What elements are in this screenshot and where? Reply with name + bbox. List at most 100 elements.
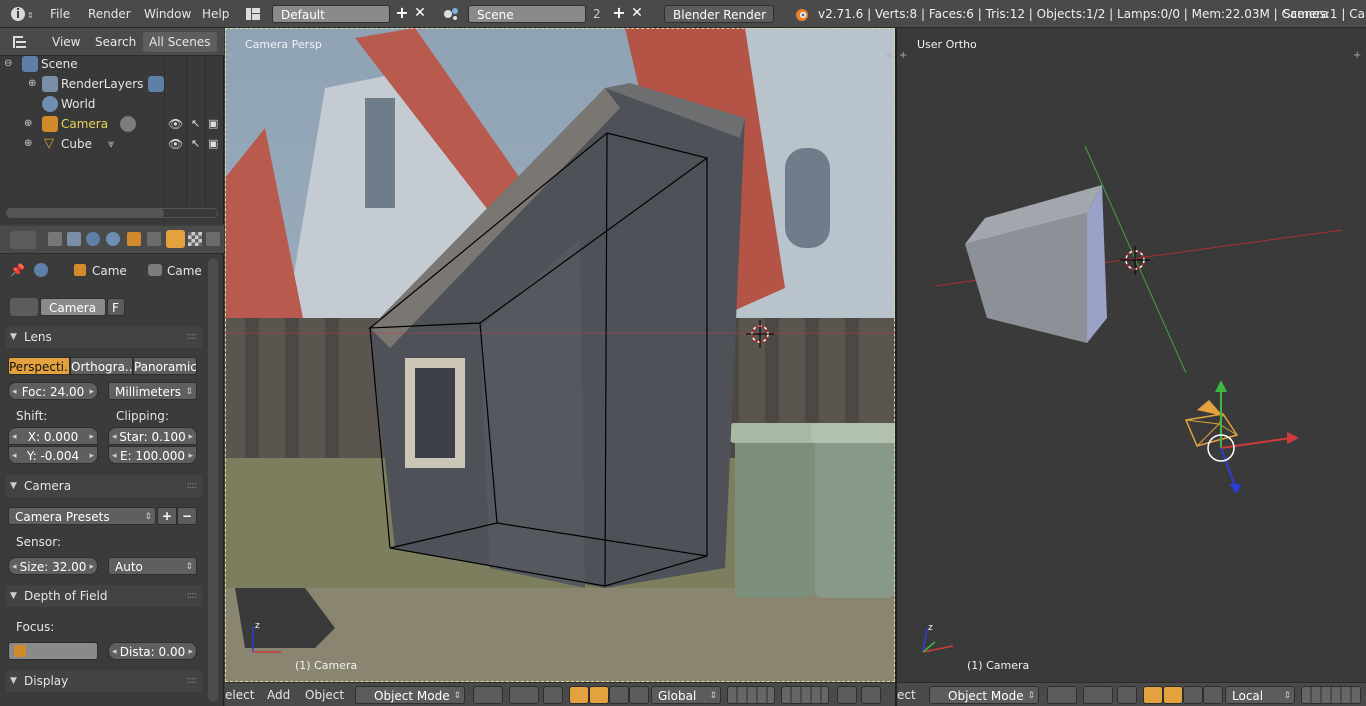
- render-layers-tab-icon[interactable]: [67, 232, 81, 246]
- manipulator-toggle-icon[interactable]: [543, 686, 563, 704]
- context-camera-label[interactable]: Came: [167, 264, 202, 278]
- context-object-label[interactable]: Came: [92, 264, 127, 278]
- outliner-tab-search[interactable]: Search: [89, 32, 142, 52]
- properties-shelf-toggle-icon[interactable]: +: [1353, 50, 1361, 61]
- tool-shelf-toggle-icon[interactable]: +: [899, 50, 907, 61]
- collapse-icon[interactable]: ⊖: [4, 54, 12, 74]
- menu-select[interactable]: ect: [897, 683, 916, 706]
- focus-object-field[interactable]: [8, 642, 98, 660]
- viewport-shading-select[interactable]: [473, 686, 503, 704]
- outliner-row-cube[interactable]: ⊕ ▽ Cube ⩔ 👁 ↖ ▣: [0, 134, 224, 154]
- menu-render[interactable]: Render: [88, 0, 131, 28]
- interaction-mode-select[interactable]: Object Mode: [929, 686, 1039, 705]
- scene-tab-icon[interactable]: [86, 232, 100, 246]
- tool-shelf-toggle-icon[interactable]: +: [227, 50, 235, 61]
- manipulator-toggle-icon[interactable]: [1117, 686, 1137, 704]
- render-engine-select[interactable]: Blender Render: [664, 5, 774, 23]
- rotate-manipulator-icon[interactable]: [1163, 686, 1183, 704]
- rotate-manipulator-icon[interactable]: [589, 686, 609, 704]
- screen-layout-icon[interactable]: [244, 0, 266, 28]
- properties-scrollbar[interactable]: [208, 258, 218, 702]
- physics-tab-icon[interactable]: [206, 232, 220, 246]
- camera-datablock-browse-icon[interactable]: [10, 298, 38, 316]
- info-editor-icon[interactable]: ⇕: [6, 0, 34, 28]
- interaction-mode-select[interactable]: Object Mode: [355, 686, 465, 705]
- manipulator-space-icon[interactable]: [1203, 686, 1223, 704]
- outliner-row-renderlayers[interactable]: ⊕ RenderLayers: [0, 74, 224, 94]
- camera-viewport[interactable]: Camera Persp (1) Camera + + z: [225, 28, 895, 682]
- shift-y-field[interactable]: Y: -0.004: [8, 446, 98, 465]
- camera-data-icon[interactable]: [120, 116, 136, 132]
- properties-editor-icon[interactable]: [10, 231, 36, 249]
- selectability-cursor-icon[interactable]: ↖: [191, 114, 200, 134]
- pivot-point-select[interactable]: [1083, 686, 1113, 704]
- render-preview-icon[interactable]: [861, 686, 881, 704]
- menu-help[interactable]: Help: [202, 0, 229, 28]
- 3d-cursor-icon[interactable]: [746, 320, 774, 348]
- add-scene-button[interactable]: +: [610, 5, 628, 23]
- manipulator-space-icon[interactable]: [629, 686, 649, 704]
- expand-icon[interactable]: ⊕: [28, 74, 36, 94]
- clip-end-field[interactable]: E: 100.000: [108, 446, 197, 465]
- drag-grip-icon[interactable]: ::::: [187, 475, 198, 497]
- transform-orientation-select[interactable]: Global: [651, 686, 721, 705]
- lock-camera-icon[interactable]: [837, 686, 857, 704]
- scale-manipulator-icon[interactable]: [1183, 686, 1203, 704]
- visibility-eye-icon[interactable]: 👁: [168, 114, 183, 134]
- lens-type-orthographic[interactable]: Orthogra...: [70, 357, 133, 375]
- translate-manipulator-icon[interactable]: [1143, 686, 1163, 704]
- scene-field[interactable]: Scene: [468, 5, 586, 23]
- focal-length-field[interactable]: Foc: 24.00: [8, 382, 98, 401]
- display-panel-header[interactable]: Display ::::: [6, 670, 202, 692]
- depth-of-field-panel-header[interactable]: Depth of Field ::::: [6, 585, 202, 607]
- remove-scene-button[interactable]: ✕: [628, 5, 646, 23]
- transform-orientation-select[interactable]: Local: [1225, 686, 1295, 705]
- clip-start-field[interactable]: Star: 0.100: [108, 427, 197, 446]
- outliner-row-scene[interactable]: ⊖ Scene: [0, 54, 224, 74]
- object-tab-icon[interactable]: [127, 232, 141, 246]
- expand-icon[interactable]: ⊕: [24, 134, 32, 154]
- scale-manipulator-icon[interactable]: [609, 686, 629, 704]
- expand-icon[interactable]: ⊕: [24, 114, 32, 134]
- focus-distance-field[interactable]: Dista: 0.00: [108, 642, 197, 661]
- world-tab-icon[interactable]: [106, 232, 120, 246]
- remove-preset-button[interactable]: −: [177, 507, 197, 525]
- layer-buttons[interactable]: [1301, 686, 1361, 704]
- add-preset-button[interactable]: +: [157, 507, 177, 525]
- menu-file[interactable]: File: [50, 0, 70, 28]
- sensor-fit-select[interactable]: Auto: [108, 557, 197, 576]
- outliner-row-world[interactable]: World: [0, 94, 224, 114]
- user-ortho-viewport[interactable]: User Ortho (1) Camera + + z: [897, 28, 1366, 682]
- outliner-editor-icon[interactable]: [10, 28, 34, 56]
- render-tab-icon[interactable]: [48, 232, 62, 246]
- mesh-data-icon[interactable]: ⩔: [108, 134, 114, 154]
- renderability-camera-icon[interactable]: ▣: [208, 134, 218, 154]
- translate-manipulator-icon[interactable]: [569, 686, 589, 704]
- menu-add[interactable]: Add: [267, 683, 290, 706]
- lens-type-perspective[interactable]: Perspecti...: [8, 357, 70, 375]
- camera-datablock-name[interactable]: Camera: [40, 298, 106, 316]
- menu-select[interactable]: elect: [225, 683, 254, 706]
- layer-buttons[interactable]: [727, 686, 775, 704]
- viewport-shading-select[interactable]: [1047, 686, 1077, 704]
- drag-grip-icon[interactable]: ::::: [187, 326, 198, 348]
- selectability-cursor-icon[interactable]: ↖: [191, 134, 200, 154]
- sensor-size-field[interactable]: Size: 32.00: [8, 557, 98, 576]
- drag-grip-icon[interactable]: ::::: [187, 585, 198, 607]
- drag-grip-icon[interactable]: ::::: [187, 670, 198, 692]
- renderability-camera-icon[interactable]: ▣: [208, 114, 218, 134]
- visibility-eye-icon[interactable]: 👁: [168, 134, 183, 154]
- menu-object[interactable]: Object: [305, 683, 344, 706]
- remove-screen-button[interactable]: ✕: [411, 5, 429, 23]
- camera-presets-select[interactable]: Camera Presets: [8, 507, 156, 526]
- layer-buttons[interactable]: [781, 686, 829, 704]
- constraints-tab-icon[interactable]: [147, 232, 161, 246]
- outliner-row-camera[interactable]: ⊕ Camera 👁 ↖ ▣: [0, 114, 224, 134]
- add-screen-button[interactable]: +: [393, 5, 411, 23]
- outliner-tab-view[interactable]: View: [46, 32, 86, 52]
- screen-layout-field[interactable]: Default: [272, 5, 390, 23]
- camera-panel-header[interactable]: Camera ::::: [6, 475, 202, 497]
- lens-type-panoramic[interactable]: Panoramic: [133, 357, 197, 375]
- menu-window[interactable]: Window: [144, 0, 191, 28]
- lens-panel-header[interactable]: Lens ::::: [6, 326, 202, 348]
